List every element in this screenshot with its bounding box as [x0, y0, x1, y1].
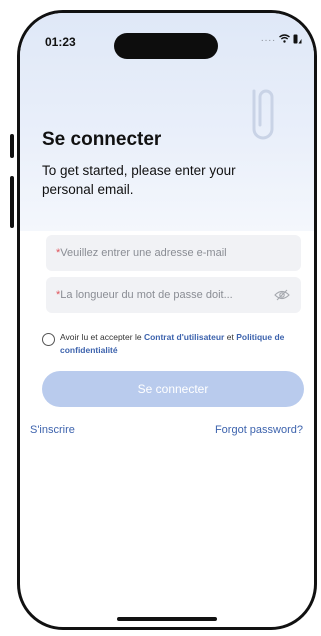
dynamic-island — [114, 33, 218, 59]
wifi-icon — [279, 34, 290, 43]
terms-agreement: Avoir lu et accepter le Contrat d'utilis… — [42, 331, 304, 357]
forgot-password-link[interactable]: Forgot password? — [215, 424, 303, 436]
user-agreement-link[interactable]: Contrat d'utilisateur — [144, 332, 224, 342]
login-button[interactable]: Se connecter — [42, 371, 304, 407]
terms-prefix: Avoir lu et accepter le — [60, 332, 144, 342]
paperclip-icon — [252, 89, 274, 140]
signal-dots: .... — [260, 33, 276, 44]
password-field[interactable]: * La longueur du mot de passe doit... — [46, 277, 301, 313]
home-indicator — [117, 617, 217, 621]
phone-screen: 01:23 .... Se connecter To get started, … — [17, 10, 317, 630]
status-bar: 01:23 .... — [20, 13, 314, 61]
signup-link[interactable]: S'inscrire — [30, 424, 75, 436]
terms-text: Avoir lu et accepter le Contrat d'utilis… — [60, 331, 304, 357]
battery-icon — [293, 34, 302, 43]
email-field[interactable]: * Veuillez entrer une adresse e-mail — [46, 235, 301, 271]
terms-conjunction: et — [226, 332, 237, 342]
side-button-upper — [10, 134, 14, 158]
status-icons: .... — [261, 33, 302, 44]
terms-checkbox[interactable] — [42, 333, 55, 346]
page-subtitle: To get started, please enter your person… — [42, 163, 236, 197]
side-button-lower — [10, 176, 14, 228]
eye-hidden-icon[interactable] — [274, 288, 290, 302]
email-placeholder: Veuillez entrer une adresse e-mail — [60, 247, 227, 259]
page-title: Se connecter — [42, 129, 162, 150]
password-placeholder: La longueur du mot de passe doit... — [60, 289, 233, 301]
status-time: 01:23 — [45, 35, 76, 49]
